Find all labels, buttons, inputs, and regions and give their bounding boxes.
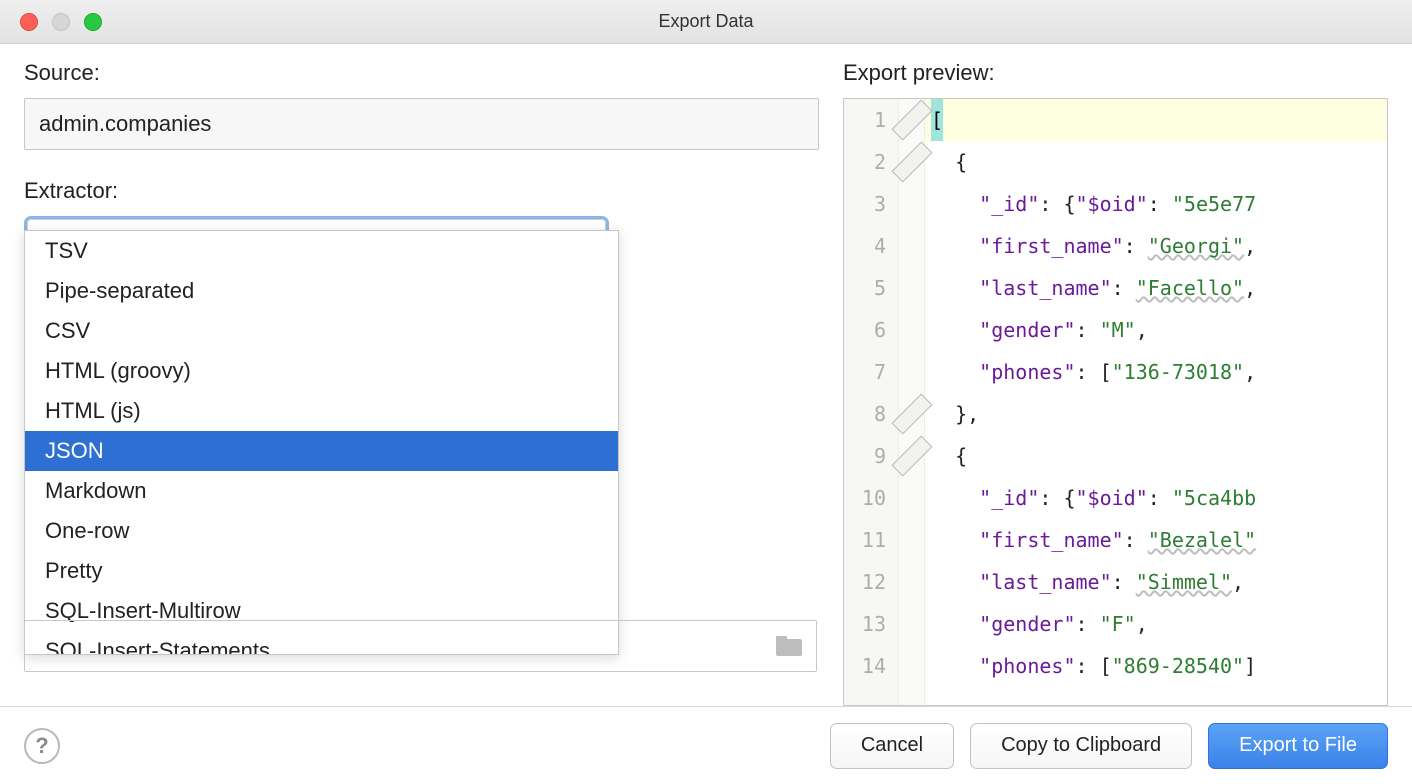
line-number: 8 [844,393,886,435]
line-number: 6 [844,309,886,351]
preview-label: Export preview: [843,60,1388,86]
line-number: 5 [844,267,886,309]
right-panel: Export preview: 1234567891011121314 [ { … [843,60,1388,706]
code-line: "gender": "F", [925,603,1387,645]
extractor-option[interactable]: CSV [25,311,618,351]
close-window-button[interactable] [20,13,38,31]
folder-icon[interactable] [776,636,802,656]
code-content[interactable]: [ { "_id": {"$oid": "5e5e77 "first_name"… [925,99,1387,705]
help-button[interactable]: ? [24,728,60,764]
line-number: 11 [844,519,886,561]
extractor-option[interactable]: HTML (groovy) [25,351,618,391]
line-number: 1 [844,99,886,141]
extractor-option[interactable]: Pretty [25,551,618,591]
titlebar: Export Data [0,0,1412,44]
line-number: 14 [844,645,886,687]
line-number: 7 [844,351,886,393]
extractor-label: Extractor: [24,178,819,204]
line-number: 2 [844,141,886,183]
window-controls [20,13,102,31]
code-line: "gender": "M", [925,309,1387,351]
export-preview-editor[interactable]: 1234567891011121314 [ { "_id": {"$oid": … [843,98,1388,706]
code-line: "phones": ["869-28540"] [925,645,1387,687]
fold-cell[interactable] [904,393,920,435]
code-line: "last_name": "Simmel", [925,561,1387,603]
window-title: Export Data [658,11,753,32]
code-line: "first_name": "Georgi", [925,225,1387,267]
maximize-window-button[interactable] [84,13,102,31]
code-line: "first_name": "Bezalel" [925,519,1387,561]
left-panel: Source: Extractor: JSON TSVPipe-separate… [24,60,819,706]
fold-cell[interactable] [904,435,920,477]
line-number: 3 [844,183,886,225]
extractor-dropdown-menu[interactable]: TSVPipe-separatedCSVHTML (groovy)HTML (j… [24,230,619,655]
code-line: { [925,141,1387,183]
line-number: 9 [844,435,886,477]
dialog-footer: ? Cancel Copy to Clipboard Export to Fil… [0,706,1412,784]
minimize-window-button[interactable] [52,13,70,31]
extractor-option[interactable]: Markdown [25,471,618,511]
line-number: 12 [844,561,886,603]
line-numbers-gutter: 1234567891011121314 [844,99,899,705]
source-label: Source: [24,60,819,86]
line-number: 4 [844,225,886,267]
code-line: "_id": {"$oid": "5ca4bb [925,477,1387,519]
fold-cell[interactable] [904,99,920,141]
extractor-option[interactable]: Pipe-separated [25,271,618,311]
line-number: 10 [844,477,886,519]
extractor-option[interactable]: HTML (js) [25,391,618,431]
code-line: }, [925,393,1387,435]
extractor-option[interactable]: TSV [25,231,618,271]
code-line: "_id": {"$oid": "5e5e77 [925,183,1387,225]
source-input[interactable] [24,98,819,150]
extractor-option[interactable]: One-row [25,511,618,551]
extractor-option[interactable]: JSON [25,431,618,471]
code-line: [ [925,99,1387,141]
line-number: 13 [844,603,886,645]
code-line: "phones": ["136-73018", [925,351,1387,393]
fold-gutter [899,99,925,705]
copy-to-clipboard-button[interactable]: Copy to Clipboard [970,723,1192,769]
code-line: { [925,435,1387,477]
code-line: "last_name": "Facello", [925,267,1387,309]
cancel-button[interactable]: Cancel [830,723,954,769]
export-to-file-button[interactable]: Export to File [1208,723,1388,769]
fold-cell[interactable] [904,141,920,183]
output-path-field[interactable] [24,620,817,672]
